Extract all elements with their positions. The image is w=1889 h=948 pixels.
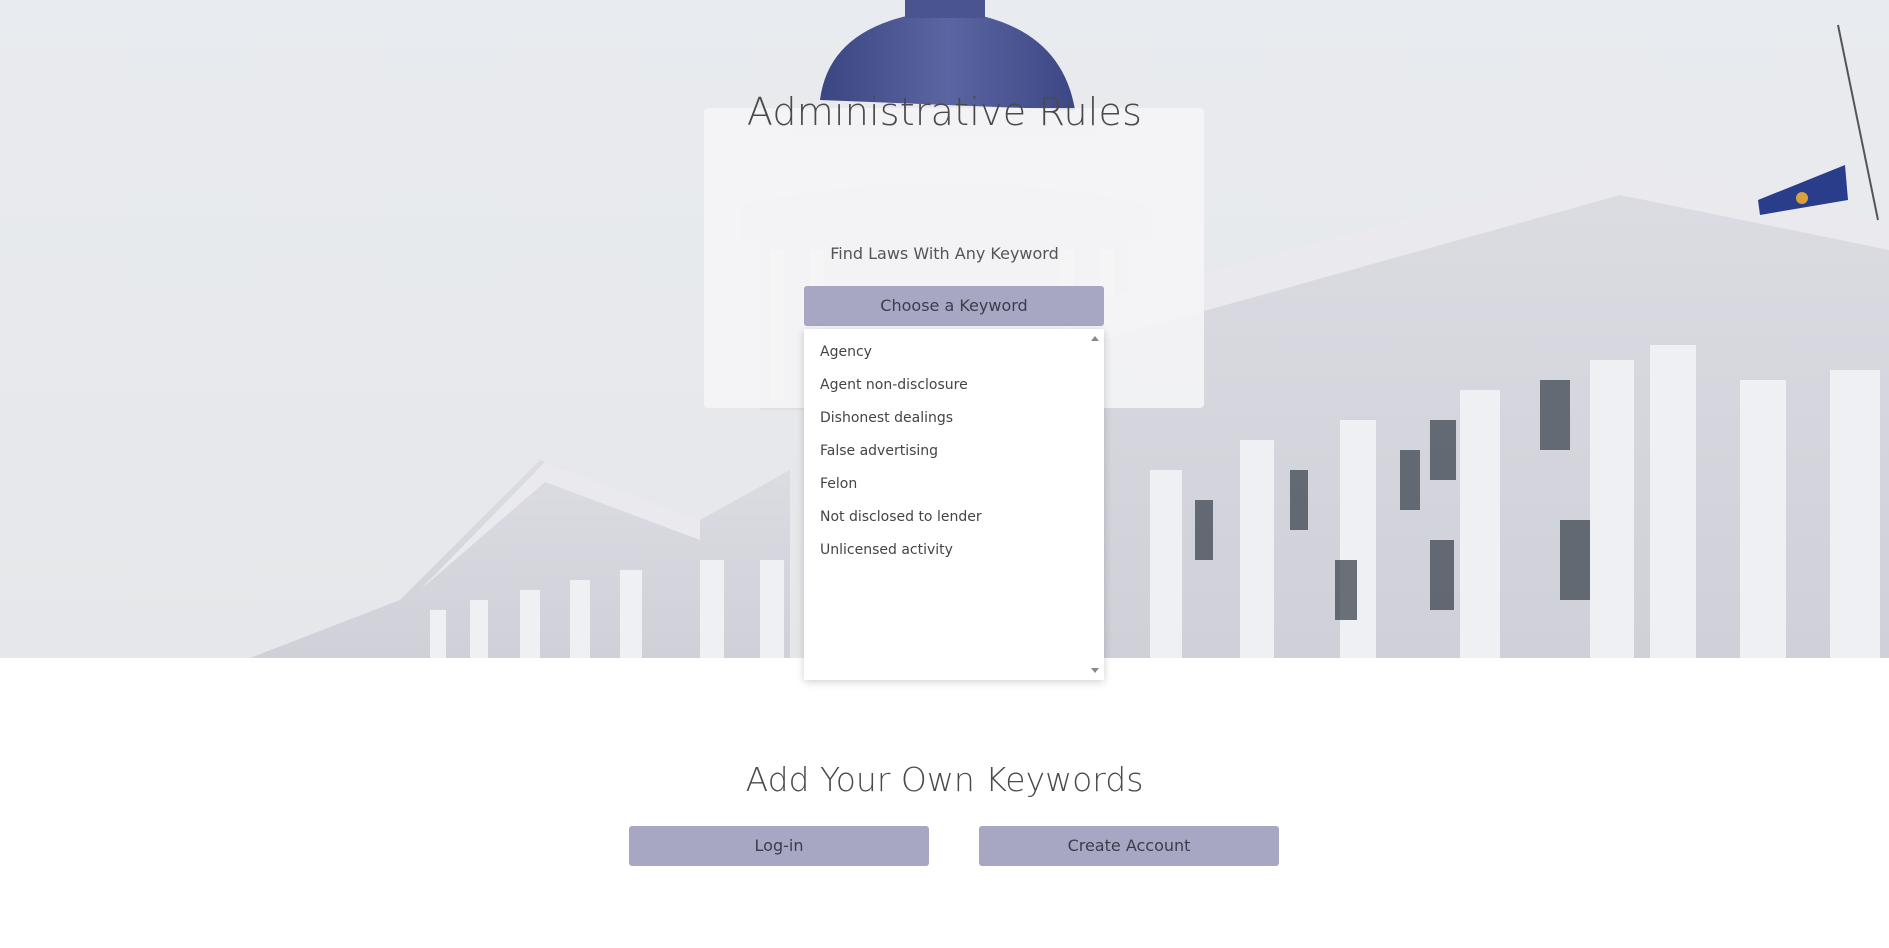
keyword-list-scrollbar[interactable] (1088, 329, 1104, 680)
keyword-list[interactable]: Agency Agent non-disclosure Dishonest de… (804, 329, 1104, 680)
keyword-option[interactable]: Unlicensed activity (804, 534, 1088, 567)
keyword-option[interactable]: Felon (804, 468, 1088, 501)
page-title: Administrative Rules (746, 90, 1143, 134)
keyword-items: Agency Agent non-disclosure Dishonest de… (804, 329, 1088, 680)
add-keywords-heading: Add Your Own Keywords (745, 760, 1144, 799)
choose-keyword-dropdown[interactable]: Choose a Keyword (804, 286, 1104, 326)
keyword-option[interactable]: False advertising (804, 435, 1088, 468)
keyword-option[interactable]: Not disclosed to lender (804, 501, 1088, 534)
create-account-button[interactable]: Create Account (979, 826, 1279, 866)
scroll-down-arrow-icon[interactable] (1091, 668, 1099, 673)
keyword-option[interactable]: Agency (804, 336, 1088, 369)
login-button[interactable]: Log-in (629, 826, 929, 866)
keyword-option[interactable]: Dishonest dealings (804, 402, 1088, 435)
keyword-option[interactable]: Agent non-disclosure (804, 369, 1088, 402)
page-subtitle: Find Laws With Any Keyword (830, 244, 1059, 263)
scroll-up-arrow-icon[interactable] (1091, 336, 1099, 341)
